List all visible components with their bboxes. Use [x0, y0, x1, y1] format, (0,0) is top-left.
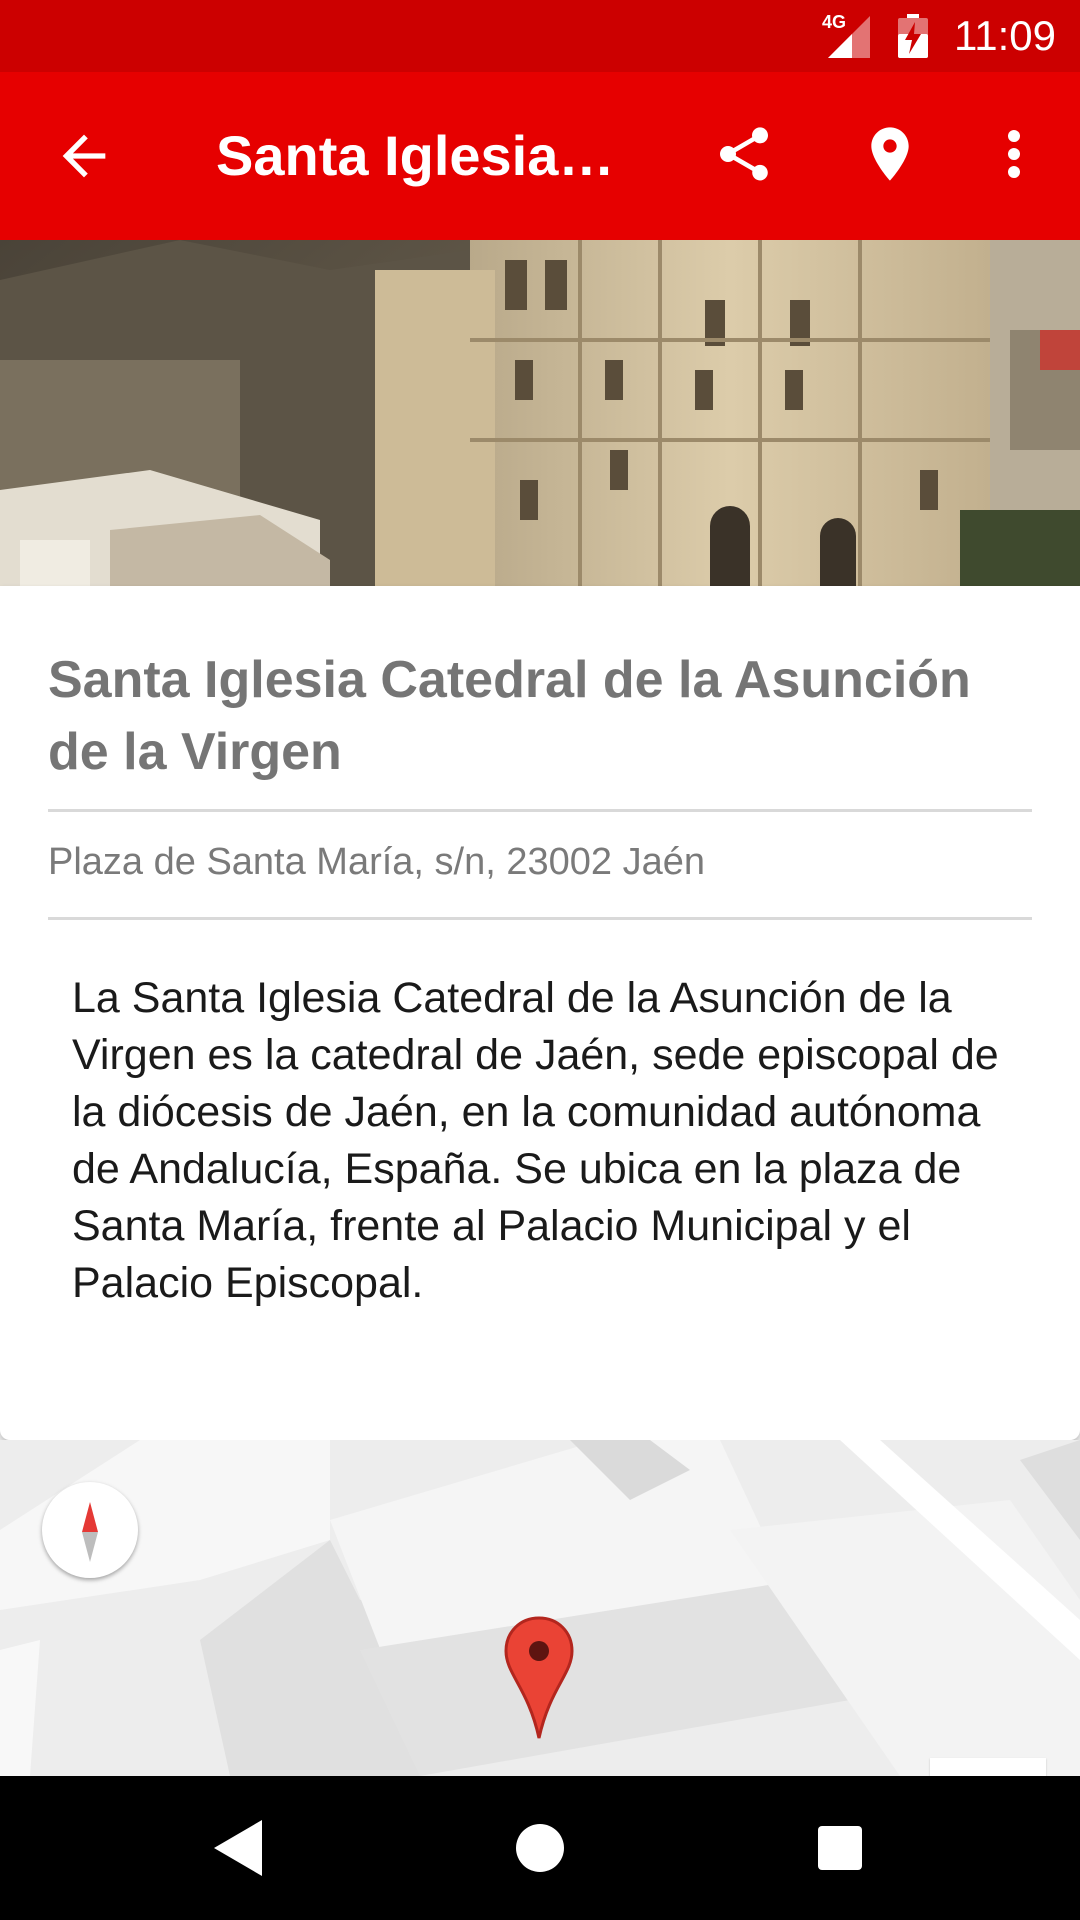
map-marker-icon[interactable]: [504, 1616, 574, 1740]
place-photo: [0, 240, 1080, 586]
share-icon[interactable]: [712, 122, 776, 186]
status-bar: 4G 11:09: [0, 0, 1080, 72]
navigation-bar: [0, 1776, 1080, 1920]
location-pin-icon[interactable]: [858, 122, 922, 186]
nav-recents-icon[interactable]: [818, 1826, 862, 1870]
divider: [48, 917, 1032, 920]
nav-back-icon[interactable]: [214, 1820, 264, 1876]
battery-charging-icon: [898, 14, 928, 58]
place-name: Santa Iglesia Catedral de la Asunción de…: [48, 651, 971, 781]
map-control[interactable]: [930, 1758, 1046, 1776]
page-title: Santa Iglesia Catedral de la Asunción de…: [216, 124, 616, 187]
place-card: Santa Iglesia Catedral de la Asunción de…: [0, 586, 1080, 1440]
place-description: La Santa Iglesia Catedral de la Asunción…: [72, 974, 999, 1307]
more-vert-icon[interactable]: [996, 122, 1032, 186]
place-address: Plaza de Santa María, s/n, 23002 Jaén: [48, 841, 705, 883]
compass-icon[interactable]: [42, 1482, 138, 1578]
nav-home-icon[interactable]: [516, 1824, 564, 1872]
divider: [48, 809, 1032, 812]
app-bar: Santa Iglesia Catedral de la Asunción de…: [0, 72, 1080, 240]
map-view[interactable]: [0, 1440, 1080, 1776]
signal-icon: 4G: [822, 12, 874, 58]
arrow-back-icon[interactable]: [52, 124, 116, 188]
clock: 11:09: [954, 12, 1056, 59]
